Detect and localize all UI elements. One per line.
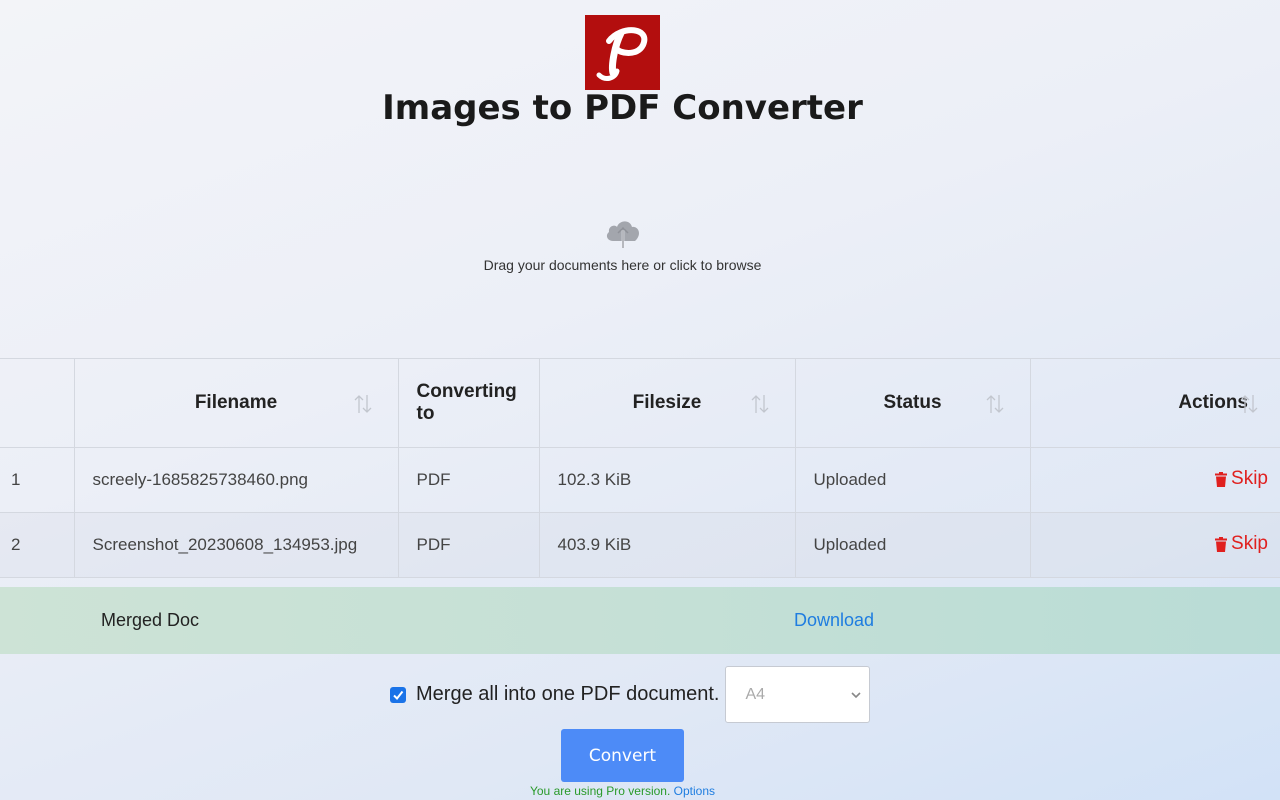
row-filename: Screenshot_20230608_134953.jpg [73,512,399,578]
options-link[interactable]: Options [674,784,715,798]
row-index: 2 [0,512,75,578]
table-row: 1 screely-1685825738460.png PDF 102.3 Ki… [0,447,1280,513]
skip-button[interactable]: Skip [1215,533,1268,555]
sort-icon[interactable] [751,393,769,415]
merge-label: Merge all into one PDF document. [416,683,720,705]
table-header-row: Filename Converting to Filesize Status A… [0,358,1280,448]
pdf-p-logo-icon [596,26,647,81]
row-format: PDF [397,512,540,578]
sort-icon[interactable] [986,393,1004,415]
trash-icon [1215,536,1228,552]
page-title: Images to PDF Converter [382,88,863,128]
row-filesize: 102.3 KiB [538,447,796,513]
skip-button[interactable]: Skip [1215,468,1268,490]
sort-icon[interactable] [1240,393,1258,415]
row-format: PDF [397,447,540,513]
row-actions: Skip [1029,512,1280,578]
row-actions: Skip [1029,447,1280,513]
checkmark-icon [393,690,404,700]
merged-doc-label: Merged Doc [101,610,200,630]
column-header-index [0,358,75,448]
file-dropzone[interactable]: Drag your documents here or click to bro… [0,215,1245,295]
column-label: Filename [194,392,278,413]
row-filename: screely-1685825738460.png [73,447,399,513]
merged-doc-bar: Merged Doc Download [0,587,1280,654]
sort-icon[interactable] [354,393,372,415]
row-status: Uploaded [794,447,1031,513]
row-index: 1 [0,447,75,513]
trash-icon [1215,471,1228,487]
column-label: Converting to [416,381,517,424]
files-table: Filename Converting to Filesize Status A… [0,358,1280,578]
skip-label: Skip [1231,533,1268,555]
column-header-actions[interactable]: Actions [1029,358,1280,448]
page-size-value: A4 [745,685,766,703]
logo [585,15,660,90]
chevron-down-icon [850,691,861,698]
cloud-upload-icon [606,221,639,248]
dropzone-text: Drag your documents here or click to bro… [483,257,762,273]
column-header-filesize[interactable]: Filesize [538,358,796,448]
pro-version-note: You are using Pro version. Options [0,784,1245,798]
skip-label: Skip [1231,468,1268,490]
row-status: Uploaded [794,512,1031,578]
column-header-filename[interactable]: Filename [73,358,399,448]
row-filesize: 403.9 KiB [538,512,796,578]
table-row: 2 Screenshot_20230608_134953.jpg PDF 403… [0,512,1280,578]
column-header-converting-to: Converting to [397,358,540,448]
convert-button[interactable]: Convert [561,729,684,782]
merge-checkbox[interactable] [390,686,406,703]
page-size-select[interactable]: A4 [724,666,870,723]
column-header-status[interactable]: Status [794,358,1031,448]
pro-version-text: You are using Pro version. [529,784,671,798]
download-link[interactable]: Download [794,610,874,631]
merge-options: Merge all into one PDF document. A4 [390,666,870,723]
